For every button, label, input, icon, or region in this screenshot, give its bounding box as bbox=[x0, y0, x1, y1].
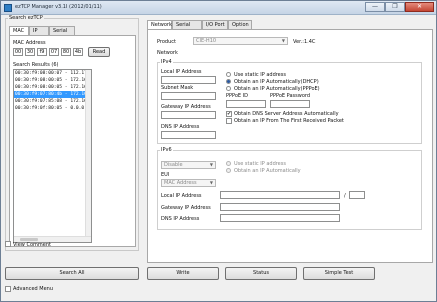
product-value: CIE-H10 bbox=[196, 38, 217, 44]
list-item[interactable]: 00:30:f9:08:00:05 - 172.16.( bbox=[14, 84, 91, 91]
minimize-button[interactable]: — bbox=[365, 2, 385, 12]
ipv4-pppoe-radio[interactable] bbox=[226, 86, 231, 91]
app-icon bbox=[4, 4, 12, 12]
list-vertical-scrollbar[interactable] bbox=[85, 70, 91, 237]
config-tabs: Network Serial Port I/O Port Option bbox=[147, 20, 267, 36]
view-comment-checkbox[interactable] bbox=[5, 241, 11, 247]
mac-octet-3[interactable]: f9 bbox=[37, 48, 47, 56]
pppoe-id-field[interactable] bbox=[226, 100, 266, 108]
list-item[interactable]: 00:30:f9:07:85:08 - 172.16.( bbox=[14, 98, 91, 105]
dns-auto-checkbox[interactable]: ✔ bbox=[226, 111, 232, 117]
title-bar[interactable]: ezTCP Manager v3.1I (2012/01/11) — ❐ ✕ bbox=[1, 1, 436, 15]
write-button[interactable]: Write bbox=[147, 267, 219, 280]
list-item[interactable]: 00:30:f9:08:00:05 - 172.16.( bbox=[14, 77, 91, 84]
search-tabs: MAC IP Serial bbox=[9, 26, 79, 36]
dns-auto-label: Obtain DNS Server Address Automatically bbox=[234, 111, 339, 117]
tab-io-port[interactable]: I/O Port bbox=[202, 20, 228, 29]
close-button[interactable]: ✕ bbox=[405, 2, 434, 12]
eui-value: MAC Address bbox=[164, 180, 197, 186]
pppoe-password-field[interactable] bbox=[270, 100, 310, 108]
chevron-down-icon: ▼ bbox=[281, 38, 285, 43]
chevron-down-icon: ▼ bbox=[209, 180, 213, 185]
prefix-slash: / bbox=[344, 193, 346, 199]
subnet-mask-label: Subnet Mask bbox=[161, 85, 194, 91]
local-ip-field[interactable] bbox=[161, 76, 216, 84]
dns-ip-field[interactable] bbox=[161, 131, 216, 139]
eui-select[interactable]: MAC Address ▼ bbox=[161, 179, 216, 187]
ipv6-auto-label: Obtain an IP Automatically bbox=[234, 168, 301, 174]
mac-octet-6[interactable]: 4b bbox=[73, 48, 83, 56]
tab-ip[interactable]: IP bbox=[29, 26, 49, 35]
mac-address-label: MAC Address bbox=[13, 40, 46, 46]
chevron-down-icon: ▼ bbox=[209, 162, 213, 167]
search-all-button[interactable]: Search All bbox=[5, 267, 139, 280]
product-label: Product bbox=[157, 39, 176, 45]
ipv4-dhcp-label: Obtain an IP Automatically(DHCP) bbox=[234, 79, 319, 85]
ipv4-title: IPv4 bbox=[160, 59, 173, 65]
ipv6-local-ip-field[interactable] bbox=[220, 191, 340, 199]
ipv4-pppoe-label: Obtain an IP Automatically(PPPoE) bbox=[234, 86, 320, 92]
search-group-title: Search ezTCP bbox=[8, 15, 44, 21]
advanced-menu-label: Advanced Menu bbox=[13, 286, 54, 292]
ipv6-title: IPv6 bbox=[160, 147, 173, 153]
eui-label: EUI bbox=[161, 172, 170, 178]
ipv6-gateway-field[interactable] bbox=[220, 203, 340, 211]
ipv6-gateway-label: Gateway IP Address bbox=[161, 205, 211, 211]
list-item-selected[interactable]: 00:30:f9:07:80:4b - 172.16.( bbox=[14, 91, 91, 98]
gateway-ip-label: Gateway IP Address bbox=[161, 104, 211, 110]
local-ip-label: Local IP Address bbox=[161, 69, 202, 75]
ipv4-static-label: Use static IP address bbox=[234, 72, 286, 78]
version-label: Ver.:1.4C bbox=[293, 39, 316, 45]
ipv6-mode-select[interactable]: Disable ▼ bbox=[161, 161, 216, 169]
ipv4-group: IPv4 Local IP Address Subnet Mask Gatewa… bbox=[157, 59, 422, 144]
mac-octet-5[interactable]: 80 bbox=[61, 48, 71, 56]
view-comment-label: View Comment bbox=[13, 242, 51, 248]
subnet-mask-field[interactable] bbox=[161, 92, 216, 100]
gateway-ip-field[interactable] bbox=[161, 111, 216, 119]
mac-octet-2[interactable]: 30 bbox=[25, 48, 35, 56]
first-packet-checkbox[interactable] bbox=[226, 118, 232, 124]
ipv6-dns-field[interactable] bbox=[220, 214, 340, 222]
search-results-label: Search Results (6) bbox=[13, 62, 59, 68]
dns-ip-label: DNS IP Address bbox=[161, 124, 200, 130]
window-title: ezTCP Manager v3.1I (2012/01/11) bbox=[15, 4, 102, 10]
product-select[interactable]: CIE-H10 ▼ bbox=[193, 37, 288, 45]
search-results-list[interactable]: 00:30:f9:08:00:07 - 112.171... 00:30:f9:… bbox=[13, 69, 92, 243]
network-settings-panel: Product CIE-H10 ▼ Ver.:1.4C Network IPv4… bbox=[147, 29, 433, 263]
maximize-button[interactable]: ❐ bbox=[385, 2, 405, 12]
app-window: ezTCP Manager v3.1I (2012/01/11) — ❐ ✕ S… bbox=[0, 0, 437, 302]
ipv6-local-ip-label: Local IP Address bbox=[161, 193, 202, 199]
search-ezTCP-group: Search ezTCP MAC IP Serial MAC Address 0… bbox=[5, 15, 139, 251]
mac-search-panel: MAC Address 00 30 f9 07 80 4b Read Searc… bbox=[9, 35, 136, 247]
read-button[interactable]: Read bbox=[88, 47, 110, 57]
ipv6-mode-value: Disable bbox=[164, 162, 183, 168]
ipv6-group: IPv6 Disable ▼ Use static IP address Obt… bbox=[157, 147, 422, 230]
pppoe-id-label: PPPoE ID bbox=[226, 93, 248, 99]
ipv6-auto-radio[interactable] bbox=[226, 168, 231, 173]
status-button[interactable]: Status bbox=[225, 267, 297, 280]
first-packet-label: Obtain an IP From The First Received Pac… bbox=[234, 118, 344, 124]
tab-serial[interactable]: Serial bbox=[49, 26, 75, 35]
ipv6-prefix-field[interactable] bbox=[349, 191, 365, 199]
advanced-menu-checkbox[interactable] bbox=[5, 286, 11, 292]
ipv4-dhcp-radio[interactable] bbox=[226, 79, 231, 84]
list-item[interactable]: 00:30:f9:08:00:07 - 112.171... bbox=[14, 70, 91, 77]
ipv6-static-radio[interactable] bbox=[226, 161, 231, 166]
mac-octet-1[interactable]: 00 bbox=[13, 48, 23, 56]
ipv6-dns-label: DNS IP Address bbox=[161, 216, 200, 222]
pppoe-password-label: PPPoE Password bbox=[270, 93, 311, 99]
tab-option[interactable]: Option bbox=[228, 20, 252, 29]
list-item[interactable]: 00:30:f9:0f:80:05 - 0.0.0.0 bbox=[14, 105, 91, 112]
ipv4-static-radio[interactable] bbox=[226, 72, 231, 77]
network-label: Network bbox=[157, 50, 178, 56]
tab-serial-port[interactable]: Serial Port bbox=[172, 20, 202, 36]
simple-test-button[interactable]: Simple Test bbox=[303, 267, 375, 280]
ipv6-static-label: Use static IP address bbox=[234, 161, 286, 167]
scroll-thumb[interactable] bbox=[20, 238, 38, 241]
mac-octet-4[interactable]: 07 bbox=[49, 48, 59, 56]
